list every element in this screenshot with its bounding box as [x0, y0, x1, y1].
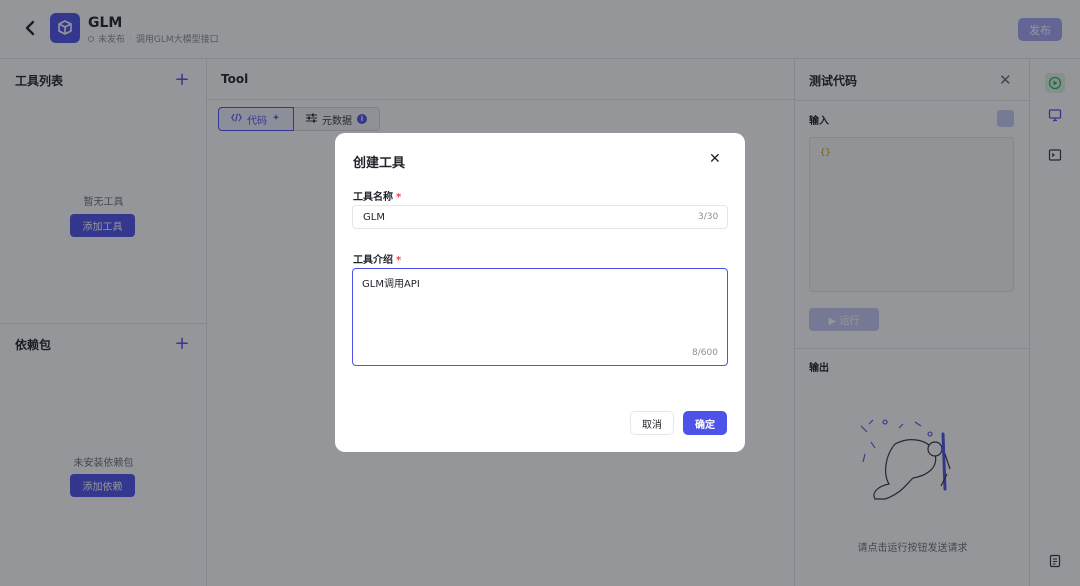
tool-name-label-text: 工具名称 — [353, 192, 393, 203]
dialog-title: 创建工具 — [353, 156, 406, 171]
close-icon[interactable]: ✕ — [709, 151, 721, 167]
desc-char-count: 8/600 — [692, 348, 718, 358]
confirm-button[interactable]: 确定 — [683, 411, 727, 435]
name-char-count: 3/30 — [698, 212, 719, 222]
required-mark: * — [396, 255, 402, 266]
create-tool-dialog: 创建工具 ✕ 工具名称* 3/30 工具介绍* GLM调用API 8/600 取… — [335, 133, 745, 452]
tool-name-label: 工具名称 * — [353, 188, 401, 203]
required-mark: * — [396, 192, 402, 203]
cancel-button[interactable]: 取消 — [630, 411, 674, 435]
tool-description-textarea[interactable]: GLM调用API — [352, 268, 728, 366]
tool-name-input[interactable] — [352, 205, 728, 229]
tool-desc-label: 工具介绍 * — [353, 251, 401, 266]
tool-desc-label-text: 工具介绍 — [353, 255, 393, 266]
